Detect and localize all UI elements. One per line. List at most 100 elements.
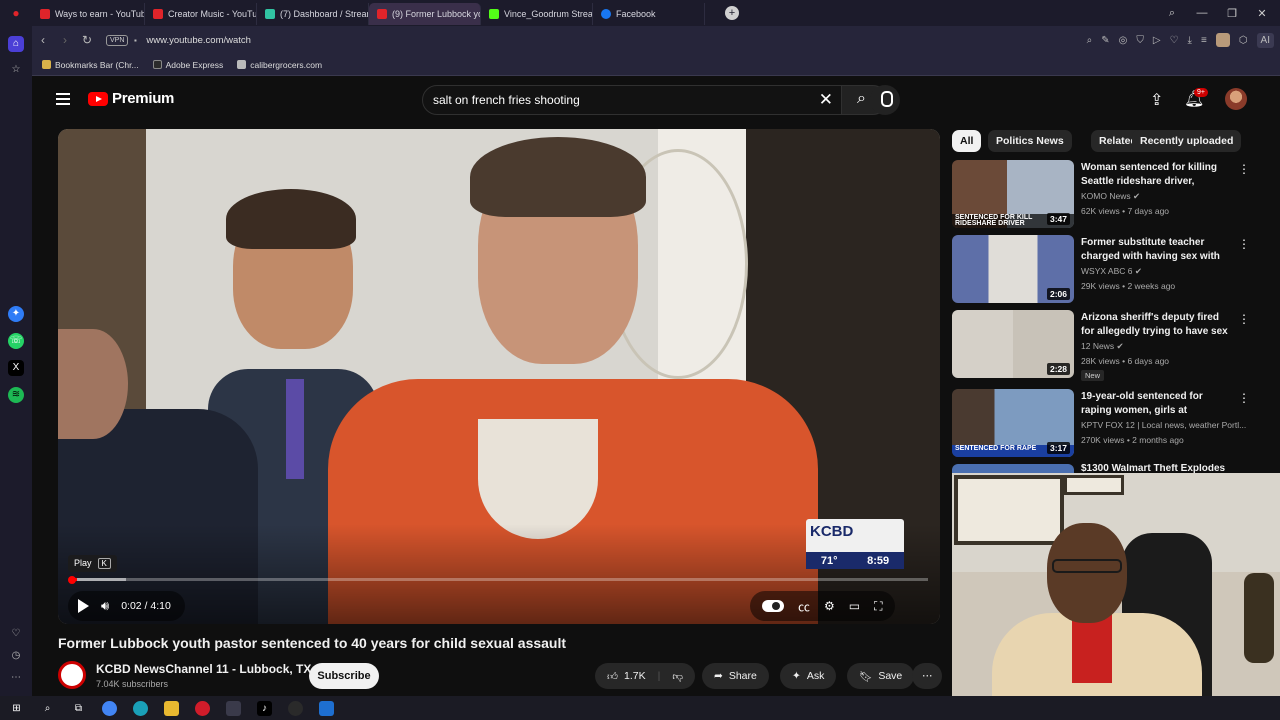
more-options-icon[interactable]: ⋮ [1238, 237, 1250, 251]
save-button[interactable]: 🔖︎ Save [847, 663, 915, 689]
recommendation-item[interactable]: 2:06 Former substitute teacher charged w… [952, 235, 1252, 305]
home-icon[interactable]: ⌂ [8, 36, 24, 52]
subscribe-button[interactable]: Subscribe [309, 663, 379, 689]
new-tab-button[interactable]: + [725, 6, 739, 20]
progress-bar[interactable] [70, 578, 928, 581]
search-icon[interactable]: ⌕ [1087, 35, 1093, 46]
windows-start-icon[interactable]: ⊞ [9, 701, 24, 716]
browser-tab[interactable]: (7) Dashboard / Streamlab [257, 3, 369, 25]
settings-gear-icon[interactable]: ⚙ [824, 599, 835, 613]
video-thumbnail[interactable]: 2:06 [952, 235, 1074, 303]
chrome-icon[interactable] [102, 700, 117, 716]
channel-avatar[interactable] [58, 661, 86, 689]
minimize-icon[interactable]: — [1190, 7, 1214, 20]
shield-icon[interactable]: ⛉ [1136, 35, 1144, 46]
tiktok-icon[interactable]: ♪ [257, 700, 272, 716]
history-icon[interactable]: ◷ [8, 648, 24, 664]
video-thumbnail[interactable]: SENTENCED FOR KILL RIDESHARE DRIVER 3:47 [952, 160, 1074, 228]
recommendation-channel[interactable]: WSYX ABC 6 ✔ [1081, 266, 1142, 277]
browser-tab-active[interactable]: (9) Former Lubbock yo [369, 3, 481, 25]
spotify-icon[interactable]: ≋ [8, 387, 24, 403]
heart-icon[interactable]: ♡ [1170, 35, 1179, 46]
browser-tab[interactable]: Facebook [593, 3, 705, 25]
search-icon[interactable]: ⌕ [40, 701, 55, 716]
fullscreen-icon[interactable]: ⛶ [874, 599, 882, 614]
recommendation-channel[interactable]: KPTV FOX 12 | Local news, weather Portl.… [1081, 420, 1246, 430]
forward-icon[interactable]: › [54, 33, 76, 47]
search-tabs-icon[interactable]: ⌕ [1160, 7, 1184, 20]
more-options-icon[interactable]: ⋮ [1238, 312, 1250, 326]
video-player[interactable]: KCBD 71° 8:59 Play K 🔊︎ 0:02 / 4:10 ㏄ ⚙ … [58, 129, 940, 624]
more-options-icon[interactable]: ⋮ [1238, 162, 1250, 176]
more-icon[interactable]: ⋯ [8, 670, 24, 686]
bookmark-item[interactable]: Adobe Express [152, 60, 223, 70]
chip-all[interactable]: All [952, 130, 982, 152]
extensions-icon[interactable]: ⬡ [1239, 35, 1248, 46]
search-input[interactable]: salt on french fries shooting ✕ [422, 85, 842, 115]
voice-search-icon[interactable] [870, 85, 900, 115]
recommendation-channel[interactable]: 12 News ✔ [1081, 341, 1124, 352]
create-upload-icon[interactable]: ⇪ [1150, 90, 1163, 110]
hamburger-menu-icon[interactable] [56, 93, 70, 105]
browser-tab[interactable]: Vince_Goodrum Stream [481, 3, 593, 25]
scrubber-handle[interactable] [68, 576, 76, 584]
chip-recently-uploaded[interactable]: Recently uploaded [1132, 130, 1242, 152]
menu-icon[interactable]: ≡ [1201, 35, 1207, 46]
youtube-logo-icon[interactable] [88, 92, 108, 106]
share-button[interactable]: ➦ Share [702, 663, 769, 689]
play-icon[interactable]: ▷ [1153, 35, 1161, 46]
opera-menu-icon[interactable]: ● [0, 6, 32, 20]
reload-icon[interactable]: ↻ [76, 33, 98, 47]
browser-tab[interactable]: Ways to earn - YouTube S [32, 3, 145, 25]
recommendation-title[interactable]: Former substitute teacher charged with h… [1081, 236, 1231, 264]
play-icon[interactable] [78, 599, 89, 613]
account-avatar[interactable] [1225, 88, 1247, 110]
ai-icon[interactable]: AI [1256, 32, 1274, 48]
ask-button[interactable]: ✦ Ask [780, 663, 837, 689]
vpn-badge[interactable]: VPN [106, 34, 129, 46]
recommendation-title[interactable]: Woman sentenced for killing Seattle ride… [1081, 161, 1231, 189]
theater-mode-icon[interactable]: ▭ [849, 599, 860, 613]
thumbs-down-icon[interactable]: 👎︎ [672, 670, 683, 683]
captions-icon[interactable]: ㏄ [798, 598, 810, 615]
browser-tab[interactable]: Creator Music - YouTube [145, 3, 257, 25]
back-icon[interactable]: ‹ [32, 33, 54, 47]
autoplay-toggle[interactable] [762, 600, 784, 612]
recommendation-channel[interactable]: KOMO News ✔ [1081, 191, 1140, 202]
bookmark-item[interactable]: calibergrocers.com [237, 60, 322, 70]
bookmark-item[interactable]: Bookmarks Bar (Chr... [42, 60, 139, 70]
volume-icon[interactable]: 🔊︎ [101, 598, 109, 614]
profile-icon[interactable] [1215, 33, 1230, 47]
camera-icon[interactable]: ◎ [1119, 35, 1128, 46]
more-options-icon[interactable]: ⋮ [1238, 391, 1250, 405]
whatsapp-icon[interactable]: ☏ [8, 333, 24, 349]
recommendation-item[interactable]: 2:28 Arizona sheriff's deputy fired for … [952, 310, 1252, 381]
store-icon[interactable] [226, 700, 241, 716]
video-thumbnail[interactable]: 2:28 [952, 310, 1074, 378]
x-icon[interactable]: X [8, 360, 24, 376]
edge-icon[interactable] [133, 700, 148, 716]
url-field[interactable]: www.youtube.com/watch [146, 35, 251, 46]
channel-name[interactable]: KCBD NewsChannel 11 - Lubbock, TX [96, 662, 311, 676]
recommendation-item[interactable]: SENTENCED FOR KILL RIDESHARE DRIVER 3:47… [952, 160, 1252, 230]
recommendation-title[interactable]: 19-year-old sentenced for raping women, … [1081, 390, 1231, 418]
video-thumbnail[interactable]: SENTENCED FOR RAPE 3:17 [952, 389, 1074, 457]
heart-icon[interactable]: ♡ [8, 626, 24, 642]
youtube-premium-label[interactable]: Premium [112, 90, 174, 107]
task-view-icon[interactable]: ⧉ [71, 701, 86, 716]
more-actions-button[interactable]: ⋯ [912, 663, 942, 689]
close-window-icon[interactable]: ✕ [1250, 7, 1274, 20]
file-explorer-icon[interactable] [164, 700, 179, 716]
like-button[interactable]: 👍︎ 1.7K | 👎︎ [595, 663, 695, 689]
download-icon[interactable]: ⤓ [1188, 35, 1192, 46]
recommendation-item[interactable]: SENTENCED FOR RAPE 3:17 19-year-old sent… [952, 389, 1252, 459]
opera-icon[interactable] [195, 700, 210, 716]
messenger-icon[interactable]: ✦ [8, 306, 24, 322]
star-icon[interactable]: ☆ [8, 62, 24, 78]
clear-search-icon[interactable]: ✕ [819, 90, 833, 110]
recommendation-title[interactable]: Arizona sheriff's deputy fired for alleg… [1081, 311, 1231, 339]
maximize-icon[interactable]: ❐ [1220, 7, 1244, 20]
app-icon[interactable] [288, 700, 303, 716]
chip-politics-news[interactable]: Politics News [988, 130, 1072, 152]
edit-icon[interactable]: ✎ [1101, 35, 1109, 46]
